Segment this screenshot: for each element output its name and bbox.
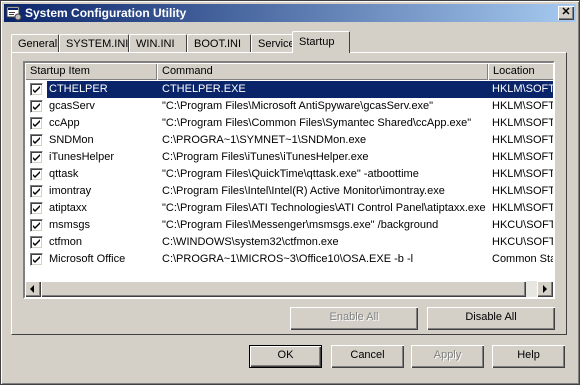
tab-general[interactable]: General (11, 34, 59, 53)
tab-startup[interactable]: Startup (292, 31, 350, 53)
tab-boot-ini[interactable]: BOOT.INI (187, 34, 251, 53)
tab-system-ini[interactable]: SYSTEM.INI (59, 34, 129, 53)
apply-button[interactable]: Apply (411, 345, 484, 368)
help-button[interactable]: Help (492, 345, 565, 368)
startup-tab-panel (11, 52, 567, 335)
window-title: System Configuration Utility (25, 6, 187, 20)
ok-button[interactable]: OK (249, 345, 322, 368)
cancel-button[interactable]: Cancel (331, 345, 404, 368)
title-bar[interactable]: System Configuration Utility ✕ (4, 4, 576, 22)
system-configuration-window: System Configuration Utility ✕ General S… (0, 0, 580, 385)
tab-win-ini[interactable]: WIN.INI (129, 34, 187, 53)
msconfig-app-icon (6, 5, 22, 21)
close-button[interactable]: ✕ (558, 6, 574, 20)
